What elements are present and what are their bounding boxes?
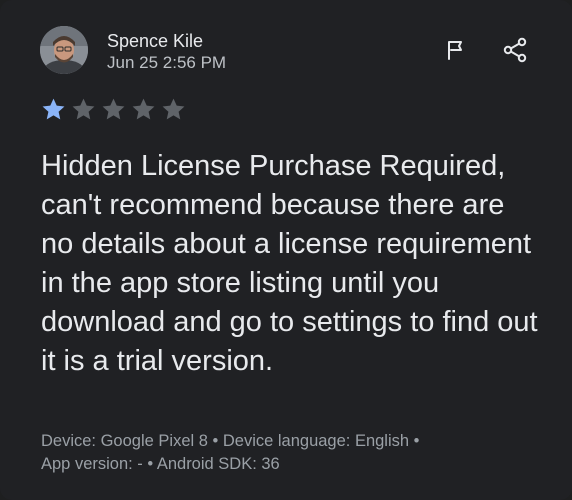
review-text: Hidden License Purchase Required, can't …	[41, 150, 538, 377]
star-empty-icon	[132, 98, 155, 120]
star-empty-icon	[162, 98, 185, 120]
reviewer-avatar	[40, 26, 88, 74]
device-info-line: App version: - • Android SDK: 36	[41, 455, 280, 473]
share-button[interactable]	[501, 36, 529, 64]
share-icon	[503, 37, 527, 63]
flag-button[interactable]	[442, 36, 470, 64]
star-rating	[41, 97, 186, 121]
review-card: Spence Kile Jun 25 2:56 PM Hidden Licens…	[0, 0, 572, 500]
star-empty-icon	[102, 98, 125, 120]
reviewer-name: Spence Kile	[107, 31, 204, 51]
device-info: Device: Google Pixel 8 • Device language…	[41, 430, 541, 476]
device-info-line: Device: Google Pixel 8 • Device language…	[41, 432, 420, 450]
avatar-image	[40, 26, 88, 74]
flag-icon	[448, 41, 462, 60]
star-filled-icon	[42, 98, 65, 120]
review-date: Jun 25 2:56 PM	[107, 53, 227, 72]
star-empty-icon	[72, 98, 95, 120]
